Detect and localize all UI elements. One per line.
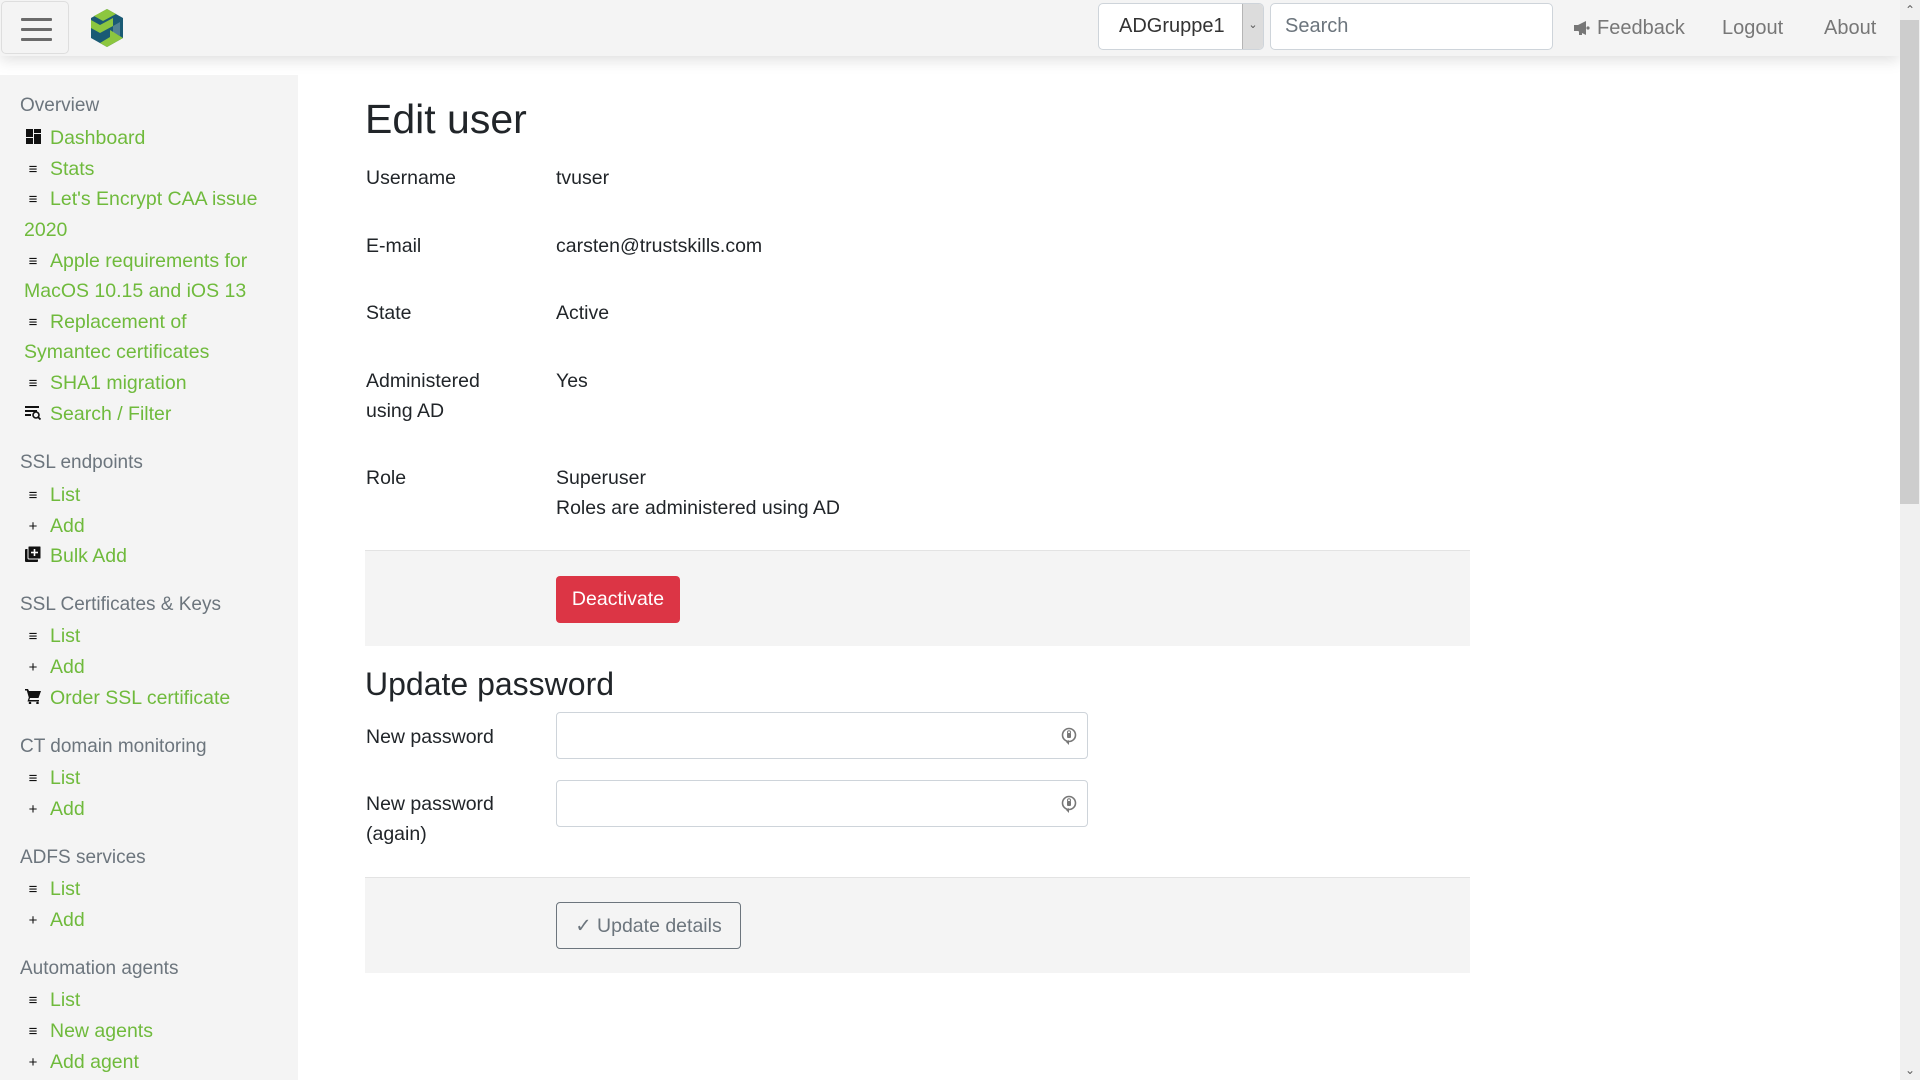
plus-icon: + (28, 518, 38, 535)
sidebar-item-adfs-list[interactable]: ≡ List (24, 878, 81, 901)
hamburger-icon (21, 18, 52, 21)
plus-icon: + (28, 659, 38, 676)
logout-link[interactable]: Logout (1722, 0, 1783, 56)
plus-icon: + (28, 1054, 38, 1071)
list-icon: ≡ (28, 770, 38, 787)
update-password-heading: Update password (365, 666, 615, 702)
list-icon: ≡ (28, 375, 38, 392)
sidebar-section-ct-monitoring: CT domain monitoring (20, 736, 207, 757)
feedback-link[interactable]: Feedback (1574, 0, 1685, 56)
role-label: Role (366, 467, 407, 489)
password-actions-panel: ✓ Update details (365, 877, 1470, 973)
page-scrollbar[interactable]: ⌃ ⌄ (1900, 0, 1920, 1080)
state-value: Active (556, 302, 610, 324)
page-title: Edit user (365, 96, 527, 142)
scrollbar-thumb[interactable] (1900, 20, 1919, 504)
sidebar-item-certificates-add[interactable]: + Add (24, 656, 85, 679)
role-value: Superuser Roles are administered using A… (556, 463, 840, 523)
sidebar-section-automation-agents: Automation agents (20, 958, 179, 979)
search-filter-icon (24, 405, 42, 423)
list-icon: ≡ (28, 1023, 38, 1040)
sidebar-item-sha1-migration[interactable]: ≡ SHA1 migration (24, 372, 187, 395)
about-link[interactable]: About (1824, 0, 1876, 56)
cart-icon (24, 688, 42, 707)
sidebar-item-dashboard[interactable]: Dashboard (24, 127, 145, 150)
update-details-button[interactable]: ✓ Update details (556, 902, 741, 949)
new-password-again-input[interactable] (557, 781, 1087, 826)
menu-toggle-button[interactable] (1, 1, 69, 54)
new-password-again-field[interactable] (556, 780, 1088, 827)
scroll-down-icon[interactable]: ⌄ (1900, 1060, 1920, 1080)
new-password-label: New password (366, 726, 494, 748)
password-manager-icon[interactable] (1061, 727, 1077, 746)
sidebar-item-letsencrypt-caa-cont[interactable]: 2020 (24, 219, 67, 242)
sidebar-item-ct-list[interactable]: ≡ List (24, 767, 81, 790)
new-password-field[interactable] (556, 712, 1088, 759)
user-actions-panel: Deactivate (365, 550, 1470, 646)
sidebar-item-endpoints-add[interactable]: + Add (24, 515, 85, 538)
scroll-up-icon[interactable]: ⌃ (1900, 0, 1920, 20)
list-icon: ≡ (28, 191, 38, 208)
sidebar-section-overview: Overview (20, 95, 100, 116)
email-label: E-mail (366, 235, 422, 257)
sidebar-item-new-agents[interactable]: ≡ New agents (24, 1020, 153, 1043)
sidebar-section-ssl-certificates: SSL Certificates & Keys (20, 594, 221, 615)
list-icon: ≡ (28, 314, 38, 331)
state-label: State (366, 302, 412, 324)
plus-icon: + (28, 912, 38, 929)
username-label: Username (366, 167, 456, 189)
chevron-down-icon[interactable]: ⌄ (1242, 4, 1263, 49)
sidebar-item-order-ssl[interactable]: Order SSL certificate (24, 687, 230, 710)
list-icon: ≡ (28, 992, 38, 1009)
list-icon: ≡ (28, 881, 38, 898)
list-icon: ≡ (28, 161, 38, 178)
app-logo-icon[interactable] (88, 8, 126, 48)
sidebar-item-endpoints-bulk-add[interactable]: Bulk Add (24, 545, 127, 568)
list-icon: ≡ (28, 253, 38, 270)
group-select[interactable]: ADGruppe1 ⌄ (1098, 3, 1264, 50)
administered-value: Yes (556, 370, 588, 392)
megaphone-icon (1574, 21, 1590, 35)
administered-label: Administered using AD (366, 370, 480, 422)
group-select-value: ADGruppe1 (1119, 15, 1225, 37)
feedback-label: Feedback (1597, 17, 1685, 39)
new-password-again-label: New password (again) (366, 793, 494, 845)
username-value: tvuser (556, 167, 610, 189)
search-input[interactable] (1270, 3, 1553, 50)
password-manager-icon[interactable] (1061, 795, 1077, 814)
sidebar-item-letsencrypt-caa[interactable]: ≡ Let's Encrypt CAA issue (24, 188, 258, 211)
list-icon: ≡ (28, 628, 38, 645)
deactivate-button[interactable]: Deactivate (556, 576, 680, 623)
sidebar-item-add-agent[interactable]: + Add agent (24, 1051, 139, 1074)
bulk-add-icon (24, 546, 42, 565)
dashboard-icon (24, 129, 42, 147)
sidebar-item-ct-add[interactable]: + Add (24, 798, 85, 821)
sidebar-section-ssl-endpoints: SSL endpoints (20, 452, 143, 473)
sidebar-item-symantec-replacement-cont[interactable]: Symantec certificates (24, 341, 209, 364)
sidebar-item-agents-list[interactable]: ≡ List (24, 989, 81, 1012)
email-value: carsten@trustskills.com (556, 235, 763, 257)
list-icon: ≡ (28, 487, 38, 504)
sidebar-item-certificates-list[interactable]: ≡ List (24, 625, 81, 648)
sidebar-section-adfs: ADFS services (20, 847, 146, 868)
sidebar-item-endpoints-list[interactable]: ≡ List (24, 484, 81, 507)
sidebar-item-stats[interactable]: ≡ Stats (24, 158, 95, 181)
sidebar-item-symantec-replacement[interactable]: ≡ Replacement of (24, 311, 187, 334)
role-name: Superuser (556, 467, 646, 489)
sidebar-item-search-filter[interactable]: Search / Filter (24, 403, 171, 426)
new-password-input[interactable] (557, 713, 1087, 758)
sidebar: Overview Dashboard ≡ Stats ≡ Let's Encrypt… (0, 75, 298, 1080)
top-navbar: ADGruppe1 ⌄ Feedback Logout About (0, 0, 1900, 56)
sidebar-item-apple-requirements[interactable]: ≡ Apple requirements for (24, 250, 248, 273)
role-note: Roles are administered using AD (556, 497, 840, 519)
plus-icon: + (28, 801, 38, 818)
sidebar-item-adfs-add[interactable]: + Add (24, 909, 85, 932)
sidebar-item-apple-requirements-cont[interactable]: MacOS 10.15 and iOS 13 (24, 280, 246, 303)
